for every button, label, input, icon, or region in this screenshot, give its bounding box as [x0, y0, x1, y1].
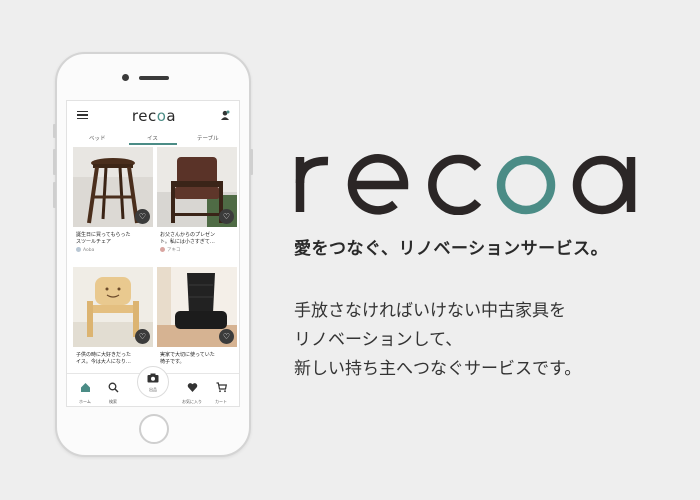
recoa-logo	[295, 154, 636, 215]
home-icon	[80, 383, 90, 392]
app-screen: recoa ベッド イス テーブル ♡ 誕生日に買ってもらった スツールチェア …	[66, 100, 240, 407]
speaker-grille	[139, 76, 169, 80]
product-image-floor-chair[interactable]: ♡	[157, 267, 237, 347]
tagline: 愛をつなぐ、リノベーションサービス。	[294, 239, 609, 259]
mute-switch	[53, 124, 56, 138]
product-description: 実家で大切に使っていた 椅子です。	[160, 352, 215, 365]
sell-label: 出品	[149, 387, 157, 392]
nav-favorites[interactable]: お気に入り	[180, 378, 204, 405]
sell-button[interactable]: 出品	[137, 366, 169, 398]
nav-home[interactable]: ホーム	[73, 378, 97, 405]
tab-table[interactable]: テーブル	[197, 134, 219, 142]
user-profile-icon[interactable]	[220, 110, 230, 120]
category-tabs: ベッド イス テーブル	[67, 131, 239, 145]
description-line: リノベーションして、	[294, 330, 463, 350]
nav-search[interactable]: 検索	[101, 378, 125, 405]
camera-icon	[147, 373, 159, 383]
app-header: recoa	[67, 101, 239, 129]
product-card[interactable]: ♡ 子供の時に大好きだった イス。今は大人になり…	[73, 267, 153, 365]
product-image-kids-chair[interactable]: ♡	[73, 267, 153, 347]
product-image-stool[interactable]: ♡	[73, 147, 153, 227]
favorite-heart-icon[interactable]: ♡	[135, 329, 150, 344]
avatar	[76, 247, 81, 252]
phone-mockup: recoa ベッド イス テーブル ♡ 誕生日に買ってもらった スツールチェア …	[53, 52, 253, 457]
nav-home-label: ホーム	[79, 399, 91, 404]
power-button	[250, 149, 253, 175]
nav-search-label: 検索	[109, 399, 117, 404]
front-camera	[122, 74, 129, 81]
seller-name: Aoba	[73, 247, 153, 253]
favorite-heart-icon[interactable]: ♡	[219, 329, 234, 344]
nav-favorites-label: お気に入り	[182, 399, 202, 404]
phone-home-button	[139, 414, 169, 444]
description-line: 手放さなければいけない中古家具を	[294, 301, 566, 321]
service-description: 手放さなければいけない中古家具を リノベーションして、 新しい持ち主へつなぐサー…	[294, 297, 581, 384]
product-card[interactable]: ♡ お父さんからのプレゼン ト。私には小さすぎて… アキコ	[157, 147, 237, 253]
seller-name: アキコ	[157, 247, 237, 253]
volume-down-button	[53, 182, 56, 208]
search-icon	[108, 382, 118, 393]
product-description: お父さんからのプレゼン ト。私には小さすぎて…	[160, 232, 216, 245]
app-logo: recoa	[131, 107, 177, 125]
heart-icon	[187, 383, 197, 392]
favorite-heart-icon[interactable]: ♡	[219, 209, 234, 224]
active-tab-indicator	[129, 143, 177, 145]
tab-bed[interactable]: ベッド	[89, 134, 106, 142]
product-description: 子供の時に大好きだった イス。今は大人になり…	[76, 352, 132, 365]
hamburger-menu-icon[interactable]	[77, 111, 88, 119]
description-line: 新しい持ち主へつなぐサービスです。	[294, 359, 582, 379]
avatar	[160, 247, 165, 252]
product-image-armchair[interactable]: ♡	[157, 147, 237, 227]
tab-chair[interactable]: イス	[147, 134, 158, 142]
volume-up-button	[53, 149, 56, 175]
product-card[interactable]: ♡ 誕生日に買ってもらった スツールチェア Aoba	[73, 147, 153, 253]
favorite-heart-icon[interactable]: ♡	[135, 209, 150, 224]
product-card[interactable]: ♡ 実家で大切に使っていた 椅子です。	[157, 267, 237, 365]
cart-icon	[216, 382, 227, 393]
bottom-navigation: ホーム 検索 出品 お気に入り カート	[67, 366, 239, 406]
nav-cart[interactable]: カート	[209, 378, 233, 405]
nav-cart-label: カート	[215, 399, 227, 404]
product-description: 誕生日に買ってもらった スツールチェア	[76, 232, 131, 245]
